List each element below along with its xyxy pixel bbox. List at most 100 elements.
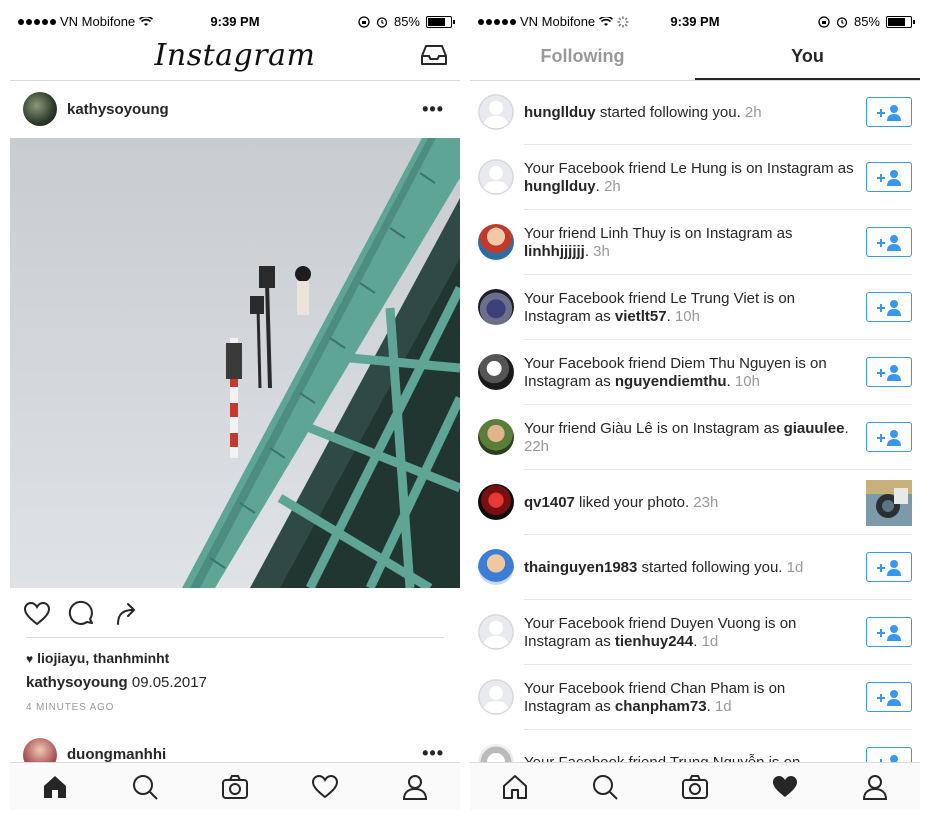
activity-username[interactable]: qv1407 [524, 494, 575, 511]
more-options-icon[interactable]: ••• [422, 744, 444, 762]
activity-item[interactable]: Your Facebook friend Le Hung is on Insta… [470, 145, 920, 210]
comment-icon[interactable] [68, 600, 96, 628]
activity-text: Your Facebook friend Le Trung Viet is on… [524, 275, 854, 340]
follow-button[interactable] [866, 227, 912, 257]
caption: kathysoyoung 09.05.2017 [26, 674, 207, 691]
avatar[interactable] [478, 484, 514, 520]
activity-message: started following you. [637, 558, 783, 576]
follow-button[interactable] [866, 617, 912, 647]
inbox-icon[interactable] [420, 44, 448, 66]
activity-timestamp: 1d [697, 632, 719, 650]
post-username[interactable]: duongmanhhi [67, 746, 166, 763]
activity-timestamp: 10h [730, 372, 760, 390]
activity-item[interactable]: Your Facebook friend Le Trung Viet is on… [470, 275, 920, 340]
camera-icon[interactable] [681, 773, 709, 801]
likes-line[interactable]: ♥ liojiayu, thanhminht [26, 650, 169, 666]
activity-text: Your Facebook friend Trung Nguyễn is on [524, 730, 854, 763]
battery-icon [886, 15, 915, 28]
liked-photo-thumbnail[interactable] [866, 480, 912, 526]
follow-button[interactable] [866, 97, 912, 127]
alarm-icon [376, 16, 388, 28]
activity-text: thainguyen1983 started following you. 1d [524, 535, 854, 600]
camera-icon[interactable] [221, 773, 249, 801]
activity-item[interactable]: Your Facebook friend Trung Nguyễn is on [470, 730, 920, 762]
activity-username[interactable]: hungllduy [524, 104, 596, 121]
follow-button[interactable] [866, 162, 912, 192]
heart-icon[interactable] [311, 773, 339, 801]
activity-username[interactable]: nguyendiemthu [615, 373, 727, 390]
follow-button[interactable] [866, 357, 912, 387]
heart-icon[interactable] [771, 773, 799, 801]
activity-item[interactable]: Your Facebook friend Diem Thu Nguyen is … [470, 340, 920, 405]
activity-message: Your friend Linh Thuy is on Instagram as [524, 224, 793, 242]
activity-username[interactable]: hungllduy [524, 178, 596, 195]
home-icon[interactable] [41, 773, 69, 801]
follow-button[interactable] [866, 422, 912, 452]
follow-button[interactable] [866, 552, 912, 582]
activity-item[interactable]: thainguyen1983 started following you. 1d [470, 535, 920, 600]
avatar[interactable] [478, 679, 514, 715]
follow-button[interactable] [866, 747, 912, 762]
avatar[interactable] [478, 224, 514, 260]
share-icon[interactable] [114, 600, 142, 628]
activity-item[interactable]: Your friend Linh Thuy is on Instagram as… [470, 210, 920, 275]
avatar[interactable] [478, 354, 514, 390]
search-icon[interactable] [591, 773, 619, 801]
avatar[interactable] [478, 94, 514, 130]
profile-icon[interactable] [861, 773, 889, 801]
post-username[interactable]: kathysoyoung [67, 101, 169, 118]
activity-text: Your friend Linh Thuy is on Instagram as… [524, 210, 854, 275]
activity-item[interactable]: Your Facebook friend Duyen Vuong is on I… [470, 600, 920, 665]
activity-username[interactable]: thainguyen1983 [524, 559, 637, 576]
add-user-icon [877, 235, 901, 251]
activity-message: Your Facebook friend Trung Nguyễn is on [524, 753, 801, 763]
post-action-bar [10, 600, 460, 636]
feed-screen: VN Mobifone 9:39 PM 85% Instagram kathys… [10, 10, 460, 810]
activity-username[interactable]: vietlt57 [615, 308, 667, 325]
activity-item[interactable]: qv1407 liked your photo. 23h [470, 470, 920, 535]
status-bar: VN Mobifone 9:39 PM 85% [470, 10, 920, 32]
activity-username[interactable]: chanpham73 [615, 698, 707, 715]
follow-button[interactable] [866, 292, 912, 322]
profile-icon[interactable] [401, 773, 429, 801]
battery-icon [426, 15, 455, 28]
battery-percent: 85% [853, 14, 880, 29]
activity-text: Your Facebook friend Chan Pham is on Ins… [524, 665, 854, 730]
avatar[interactable] [478, 549, 514, 585]
post-timestamp: 4 MINUTES AGO [26, 702, 115, 713]
tab-you[interactable]: You [695, 32, 920, 80]
avatar[interactable] [478, 614, 514, 650]
follow-button[interactable] [866, 682, 912, 712]
activity-item[interactable]: hungllduy started following you. 2h [470, 80, 920, 145]
add-user-icon [877, 365, 901, 381]
activity-item[interactable]: Your Facebook friend Chan Pham is on Ins… [470, 665, 920, 730]
home-icon[interactable] [501, 773, 529, 801]
add-user-icon [877, 300, 901, 316]
activity-username[interactable]: giauulee [784, 420, 845, 437]
activity-tabs: Following You [470, 32, 920, 81]
activity-screen: VN Mobifone 9:39 PM 85% Following You hu… [470, 10, 920, 810]
activity-item[interactable]: Your friend Giàu Lê is on Instagram as g… [470, 405, 920, 470]
activity-timestamp: 1d [782, 558, 804, 576]
activity-username[interactable]: tienhuy244 [615, 633, 693, 650]
activity-message: started following you. [595, 103, 741, 121]
avatar[interactable] [478, 289, 514, 325]
avatar[interactable] [23, 92, 57, 126]
heart-icon[interactable] [23, 600, 51, 628]
instagram-logo: Instagram [154, 38, 316, 73]
add-user-icon [877, 105, 901, 121]
add-user-icon [877, 560, 901, 576]
caption-username[interactable]: kathysoyoung [26, 674, 128, 691]
activity-text: qv1407 liked your photo. 23h [524, 470, 854, 535]
activity-message: Your Facebook friend Le Hung is on Insta… [524, 159, 854, 177]
avatar[interactable] [478, 744, 514, 762]
post-photo[interactable] [10, 138, 460, 588]
activity-username[interactable]: linhhjjjjjj [524, 243, 585, 260]
activity-timestamp: 3h [589, 242, 610, 260]
avatar[interactable] [478, 419, 514, 455]
more-options-icon[interactable]: ••• [422, 100, 444, 118]
heart-icon: ♥ [26, 652, 34, 666]
avatar[interactable] [478, 159, 514, 195]
search-icon[interactable] [131, 773, 159, 801]
tab-following[interactable]: Following [470, 32, 695, 80]
